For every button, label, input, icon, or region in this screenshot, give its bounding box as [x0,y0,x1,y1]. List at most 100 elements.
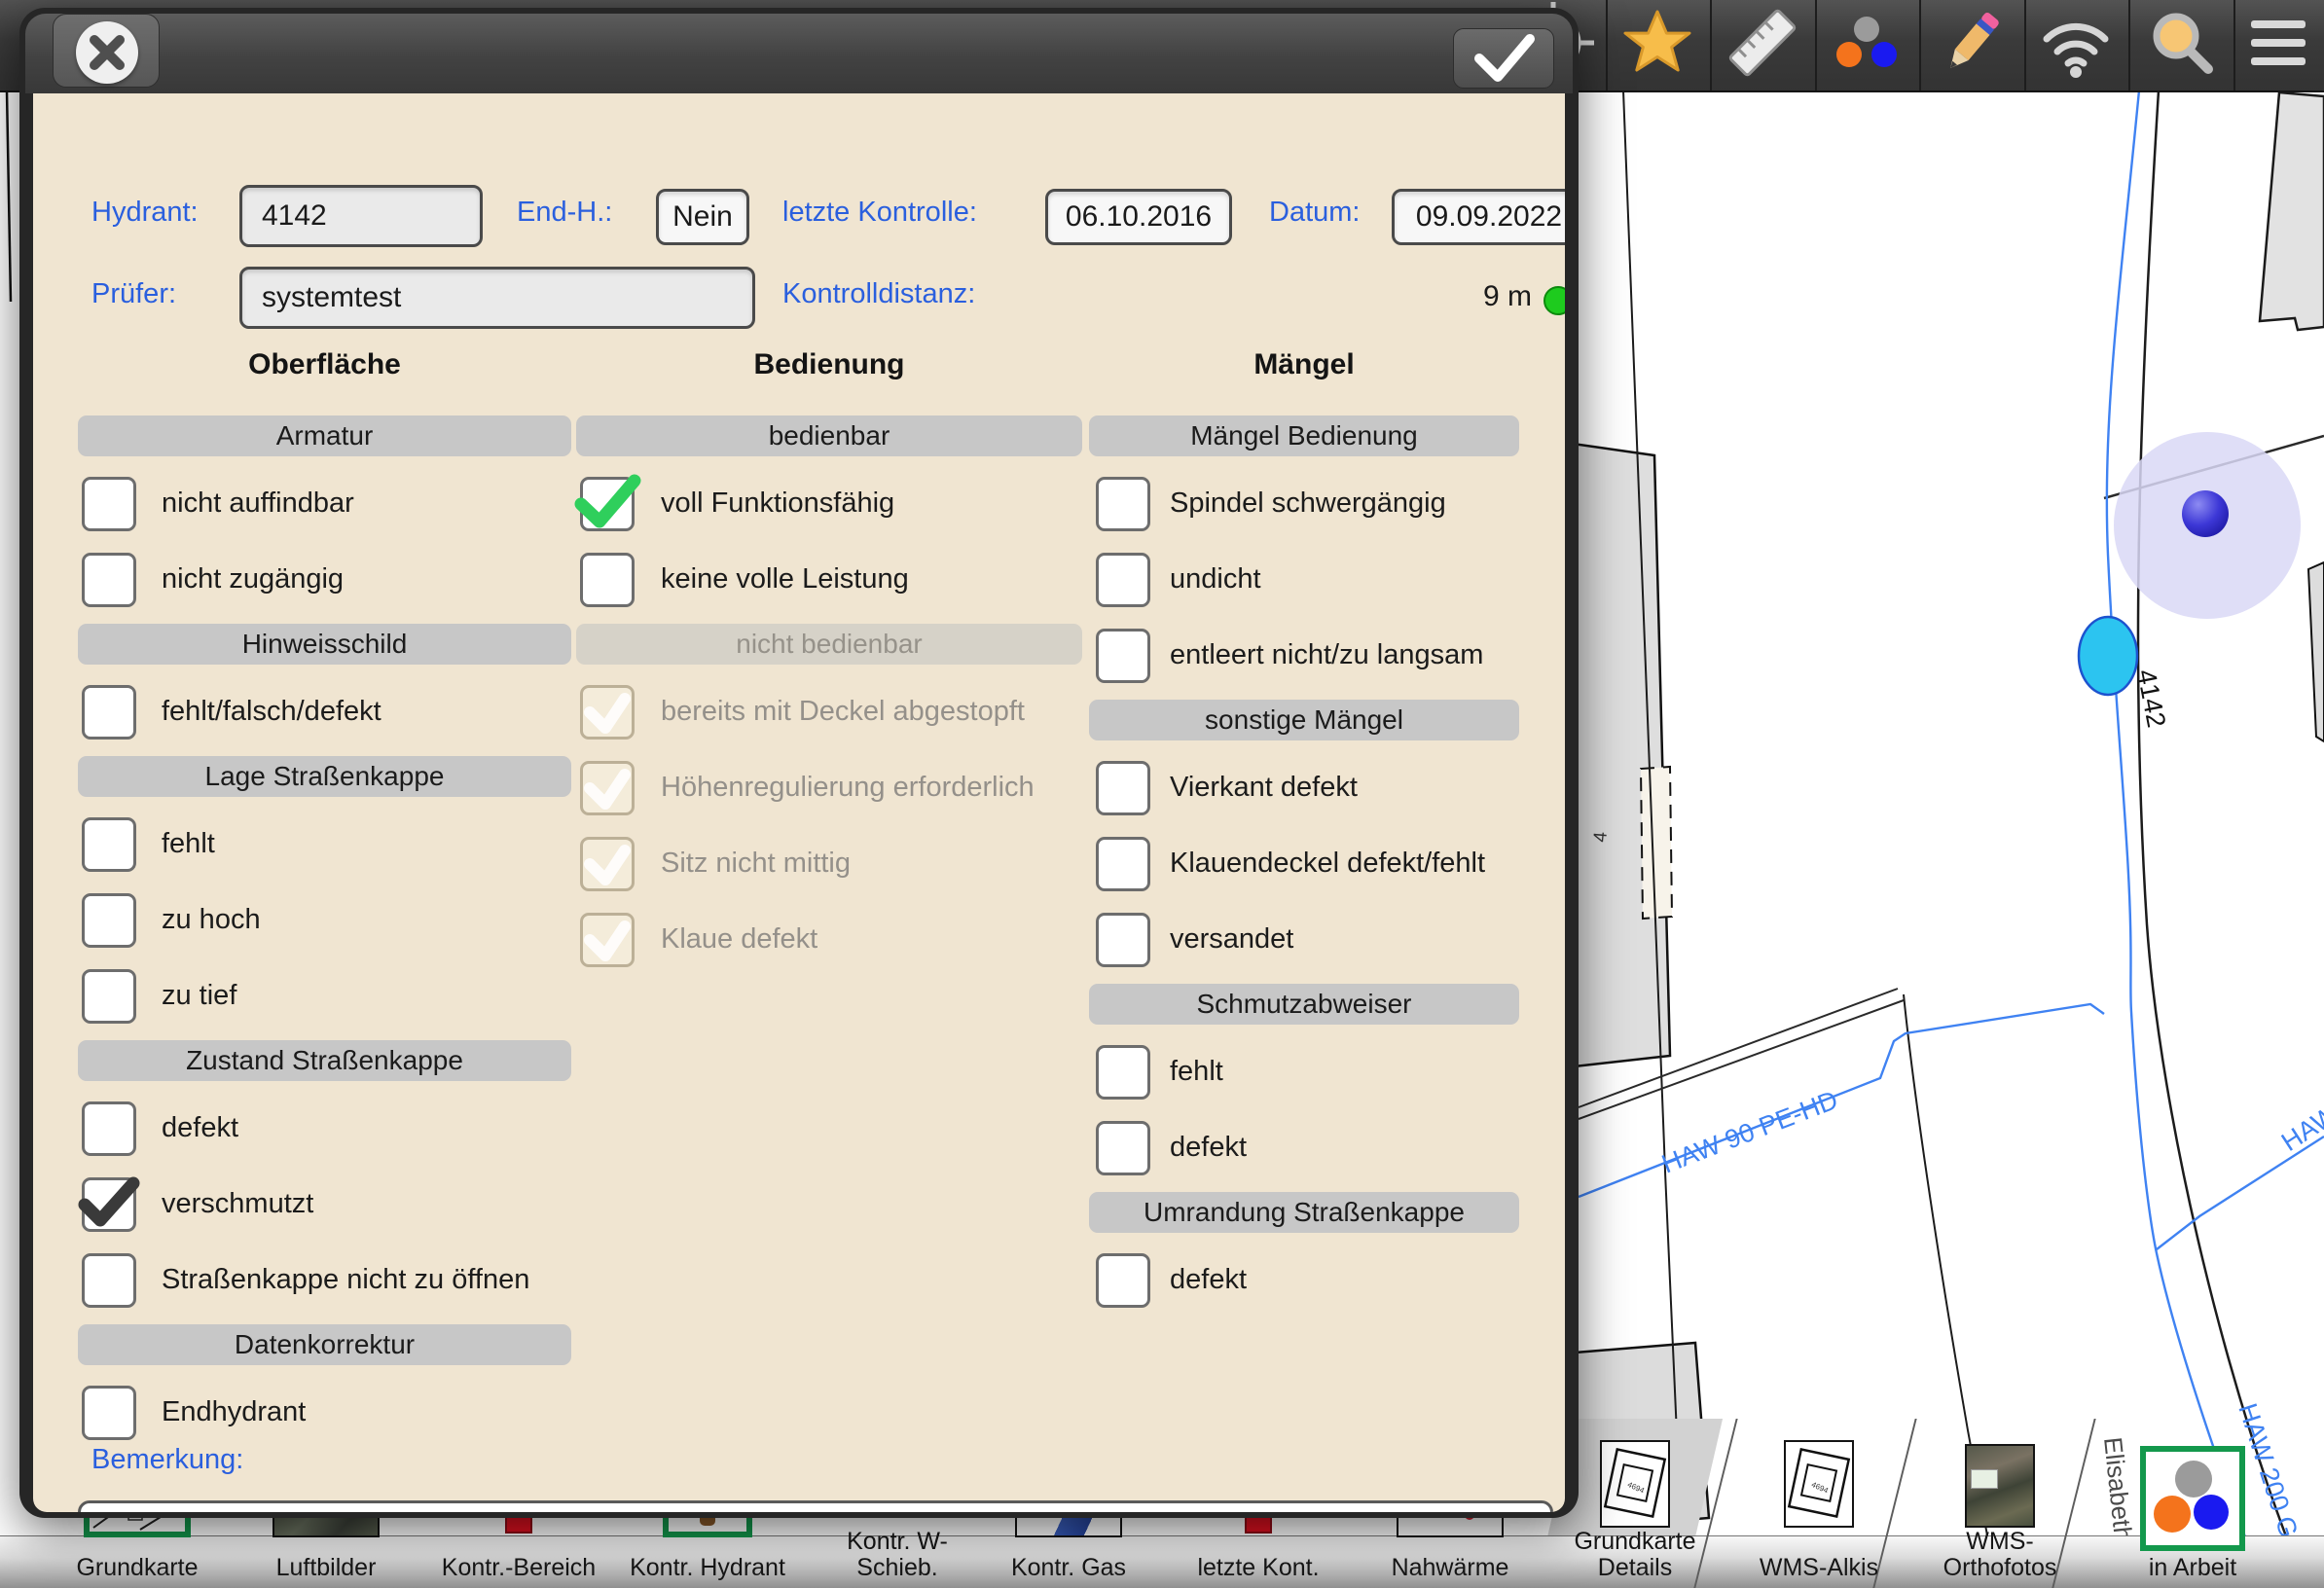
checkbox-label: nicht zugängig [162,563,344,596]
layer-button-label: Grundkarte [76,1554,198,1582]
checkbox-label: Klaue defekt [661,923,817,956]
checkbox[interactable] [82,1101,136,1156]
checkbox[interactable] [82,553,136,607]
checkbox-label: zu hoch [162,904,261,936]
checkbox-label: Straßenkappe nicht zu öffnen [162,1264,529,1296]
endh-button[interactable]: Nein [656,189,749,245]
checkbox-label: Spindel schwergängig [1170,487,1446,520]
checkbox-label: Endhydrant [162,1396,306,1428]
checkbox-label: undicht [1170,563,1261,596]
checkbox [580,913,635,967]
checkbox[interactable] [82,817,136,872]
checkbox-label: Klauendeckel defekt/fehlt [1170,848,1485,880]
letzte-kontrolle-value: 06.10.2016 [1066,200,1212,234]
pencil-button[interactable] [1920,0,2023,90]
hydrant-value: 4142 [262,199,327,233]
search-button[interactable] [2129,0,2233,90]
checkbox[interactable] [82,1177,136,1232]
column-title: Oberfläche [248,348,401,381]
checkbox[interactable] [1096,553,1150,607]
checkbox[interactable] [1096,761,1150,815]
checkbox[interactable] [1096,477,1150,531]
checkbox-label: defekt [1170,1264,1247,1296]
section-bar: bedienbar [576,415,1082,456]
layer-button-label: Nahwärme [1392,1554,1509,1582]
column-title: Bedienung [754,348,905,381]
letzte-kontrolle-field[interactable]: 06.10.2016 [1045,189,1232,245]
checkbox[interactable] [1096,1253,1150,1308]
layer-button-label: Schieb. [856,1554,937,1582]
confirm-button[interactable] [1453,28,1554,89]
star-button[interactable] [1606,0,1709,90]
checkbox[interactable] [1096,837,1150,891]
bemerkung-label: Bemerkung: [91,1444,243,1476]
checkbox-label: Sitz nicht mittig [661,848,851,880]
section-bar: Lage Straßenkappe [78,756,571,797]
checkbox-label: fehlt [1170,1056,1223,1088]
endh-label: End-H.: [517,197,612,229]
checkbox[interactable] [1096,913,1150,967]
layer-button-label: in Arbeit [2149,1554,2236,1582]
ruler-button[interactable] [1711,0,1814,90]
section-bar: Mängel Bedienung [1089,415,1519,456]
layer-button-label: Details [1598,1554,1672,1582]
pencil-icon [1931,2,2013,89]
layer-thumbnail: 4694 [1600,1440,1670,1528]
bemerkung-textarea[interactable] [78,1500,1553,1512]
column-title: Mängel [1253,348,1354,381]
layers-dots-button[interactable] [1815,0,1918,90]
menu-button[interactable] [2227,0,2324,90]
star-icon [1618,4,1696,87]
datum-field[interactable]: 09.09.2022 [1392,189,1565,245]
checkbox-label: Vierkant defekt [1170,772,1358,804]
menu-icon [2237,2,2319,89]
pruefer-field[interactable]: systemtest [239,267,755,329]
hydrant-marker[interactable] [2079,617,2137,695]
gps-position-icon [2182,490,2229,537]
layer-button-label: Kontr.-Bereich [442,1554,596,1582]
layer-button-label: WMS-Alkis [1760,1554,1878,1582]
close-button[interactable] [76,21,138,84]
checkbox[interactable] [1096,1045,1150,1100]
checkbox[interactable] [82,1253,136,1308]
checkbox[interactable] [1096,1121,1150,1175]
letzte-kontrolle-label: letzte Kontrolle: [782,197,977,229]
datum-value: 09.09.2022 [1416,200,1562,234]
check-icon [1454,29,1553,88]
layer-button-label: Luftbilder [276,1554,377,1582]
checkbox[interactable] [82,969,136,1024]
pruefer-label: Prüfer: [91,278,176,310]
checkbox[interactable] [1096,629,1150,683]
checkbox[interactable] [82,1386,136,1440]
ruler-icon [1722,2,1803,89]
layers-dots-icon [1826,2,1907,89]
checkbox[interactable] [580,477,635,531]
layer-button-label: letzte Kont. [1197,1554,1319,1582]
svg-text:4694: 4694 [1626,1480,1646,1496]
datum-label: Datum: [1269,197,1360,229]
checkbox-label: defekt [1170,1132,1247,1164]
kontrolldistanz-value: 9 m [1376,280,1532,313]
distance-status-indicator [1543,286,1565,315]
layer-button-label: Grundkarte [1574,1528,1695,1556]
hydrant-field[interactable]: 4142 [239,185,483,247]
kontrolldistanz-label: Kontrolldistanz: [782,278,975,310]
checkbox-label: fehlt [162,828,215,860]
checkbox[interactable] [82,685,136,740]
layer-button-label: WMS- [1966,1528,2033,1556]
checkbox-label: entleert nicht/zu langsam [1170,639,1483,671]
section-bar: Armatur [78,415,571,456]
checkbox [580,837,635,891]
inspection-dialog: Hydrant: 4142 End-H.: Nein letzte Kontro… [19,8,1579,1518]
wifi-button[interactable] [2024,0,2127,90]
checkbox[interactable] [82,477,136,531]
layer-button-label: Kontr. Gas [1011,1554,1126,1582]
dialog-content: Hydrant: 4142 End-H.: Nein letzte Kontro… [33,93,1565,1512]
close-icon [76,21,138,84]
checkbox-label: verschmutzt [162,1188,313,1220]
checkbox[interactable] [82,893,136,948]
checkbox[interactable] [580,553,635,607]
layer-button-label: Kontr. W- [847,1528,948,1556]
checkbox [580,761,635,815]
layer-button-label: Kontr. Hydrant [630,1554,785,1582]
